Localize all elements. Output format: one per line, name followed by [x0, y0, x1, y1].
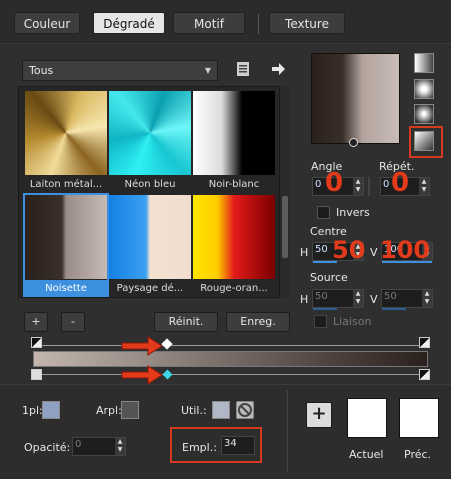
opacity-value: 0: [75, 439, 82, 450]
save-button[interactable]: Enreg.: [226, 312, 290, 332]
gradient-thumb-noir-blanc[interactable]: Noir-blanc: [193, 91, 275, 190]
tab-motif[interactable]: Motif: [173, 12, 245, 34]
tab-bar: Couleur Dégradé Motif Texture: [0, 0, 451, 44]
source-v-value: 50: [384, 291, 397, 302]
scrollbar-thumb[interactable]: [282, 196, 288, 258]
opacity-stop-right[interactable]: [419, 337, 430, 348]
chevron-down-icon: ▼: [204, 66, 211, 75]
spin-arrows-icon[interactable]: ▲ ▼: [115, 438, 125, 455]
reset-button[interactable]: Réinit.: [154, 312, 218, 332]
color-stop-right[interactable]: [419, 369, 430, 380]
gradient-name: Néon bleu: [124, 179, 176, 190]
remove-gradient-button[interactable]: -: [61, 312, 85, 332]
center-v-label: V: [370, 246, 378, 259]
annotation-angle: 0: [325, 168, 344, 198]
rectangular-style-button[interactable]: [414, 79, 434, 99]
gradient-swatch: [25, 91, 107, 175]
spacer: [368, 177, 370, 196]
gradient-swatch: [193, 195, 275, 279]
opacity-track: [38, 345, 422, 346]
arpl-label: Arpl:: [96, 404, 122, 417]
gradient-swatch: [109, 195, 191, 279]
source-h-slider[interactable]: [313, 308, 337, 310]
current-label: Actuel: [349, 448, 384, 461]
invert-checkbox[interactable]: [317, 206, 330, 219]
gradient-thumb-rouge-orange[interactable]: Rouge-oran...: [193, 195, 275, 294]
opacity-input[interactable]: 0 ▲ ▼: [72, 437, 126, 456]
tab-separator: [258, 14, 259, 34]
gradient-swatch: [109, 91, 191, 175]
annotation-arrow-top-icon: [120, 336, 164, 356]
opacity-stop-left[interactable]: [31, 337, 42, 348]
repeat-value: 0: [383, 179, 390, 190]
spin-arrows-icon[interactable]: ▲ ▼: [419, 178, 429, 195]
gradient-ramp[interactable]: [33, 351, 428, 367]
gradient-thumb-paysage[interactable]: Paysage dé...: [109, 195, 191, 294]
highlight-box-style: [409, 126, 443, 158]
opl-label: 1pl:: [22, 404, 43, 417]
color-midpoint-marker[interactable]: [162, 369, 173, 380]
center-h-label: H: [300, 246, 309, 259]
arpl-color-swatch[interactable]: [121, 401, 139, 419]
gradient-preview[interactable]: [311, 53, 400, 147]
spin-arrows-icon[interactable]: ▲ ▼: [353, 178, 363, 195]
annotation-arrow-bottom-icon: [120, 365, 164, 385]
gradient-name: Paysage dé...: [116, 283, 184, 294]
util-label: Util.:: [181, 404, 207, 417]
gradient-options-icon[interactable]: [236, 61, 250, 77]
bottom-separator: [287, 390, 288, 472]
source-v-label: V: [370, 293, 378, 306]
source-label: Source: [310, 271, 348, 284]
spin-arrows-icon[interactable]: ▲ ▼: [353, 290, 363, 307]
source-h-value: 50: [315, 291, 328, 302]
current-color-swatch[interactable]: [347, 398, 387, 438]
no-color-icon[interactable]: [236, 401, 254, 419]
previous-color-swatch[interactable]: [399, 398, 439, 438]
angle-value: 0: [315, 179, 322, 190]
gradient-thumb-neon-bleu[interactable]: Néon bleu: [109, 91, 191, 190]
highlight-box-empl: [170, 427, 262, 463]
spin-arrows-icon[interactable]: ▲ ▼: [422, 290, 432, 307]
previous-label: Préc.: [404, 448, 432, 461]
link-checkbox[interactable]: [314, 315, 327, 328]
source-v-slider[interactable]: [382, 308, 406, 310]
opl-color-swatch[interactable]: [42, 401, 60, 419]
opacity-label: Opacité:: [24, 441, 71, 454]
util-color-swatch[interactable]: [212, 401, 230, 419]
gallery-scrollbar[interactable]: [280, 86, 290, 298]
radial-style-button[interactable]: [414, 104, 434, 124]
gradient-swatch: [193, 91, 275, 175]
tab-texture[interactable]: Texture: [269, 12, 345, 34]
gradient-gallery: Laiton métal... Néon bleu Noir-blanc Noi…: [18, 86, 280, 298]
source-v-input[interactable]: 50 ▲ ▼: [381, 289, 433, 310]
center-point-handle[interactable]: [349, 138, 358, 147]
color-track: [38, 374, 422, 375]
gradient-thumb-laiton[interactable]: Laiton métal...: [25, 91, 107, 190]
tab-degrade[interactable]: Dégradé: [93, 12, 165, 34]
link-label: Liaison: [333, 315, 372, 328]
category-dropdown[interactable]: Tous ▼: [22, 60, 218, 81]
source-h-label: H: [300, 293, 309, 306]
gradient-swatch: [25, 195, 107, 279]
linear-style-button[interactable]: [414, 53, 434, 73]
gradient-name: Noisette: [23, 281, 109, 297]
annotation-repeat: 0: [391, 168, 410, 198]
add-gradient-button[interactable]: +: [24, 312, 48, 332]
color-stop-left[interactable]: [31, 369, 42, 380]
annotation-center-v: 100: [380, 236, 431, 264]
add-to-palette-button[interactable]: +: [306, 402, 332, 428]
invert-label: Invers: [336, 206, 370, 219]
annotation-center-h: 50: [332, 236, 366, 264]
gradient-name: Noir-blanc: [208, 179, 260, 190]
gradient-name: Rouge-oran...: [200, 283, 268, 294]
gradient-name: Laiton métal...: [29, 179, 103, 190]
center-h-value: 50: [315, 244, 328, 255]
arrow-right-icon[interactable]: [270, 61, 286, 77]
gradient-thumb-noisette[interactable]: Noisette: [23, 193, 109, 297]
source-h-input[interactable]: 50 ▲ ▼: [312, 289, 364, 310]
category-dropdown-value: Tous: [29, 64, 54, 77]
tab-couleur[interactable]: Couleur: [14, 12, 80, 34]
